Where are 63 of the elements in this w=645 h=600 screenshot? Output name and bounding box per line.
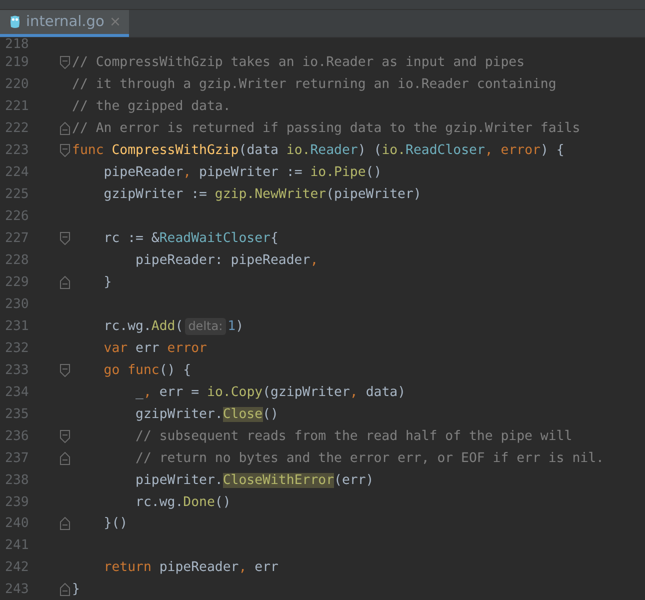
- code-line: }(): [102, 516, 128, 532]
- line-number: 224: [4, 165, 30, 180]
- line-number: 239: [4, 494, 30, 510]
- file-tab[interactable]: internal.go ×: [0, 10, 130, 37]
- line-number: 240: [4, 516, 30, 532]
- line-number: 226: [4, 209, 30, 224]
- line-number: 241: [4, 538, 30, 554]
- line-number: 235: [4, 406, 30, 422]
- fold-icon[interactable]: [60, 430, 70, 443]
- fold-icon[interactable]: [60, 452, 70, 465]
- code-line: pipeReader, pipeWriter := io.Pipe(): [102, 165, 382, 180]
- fold-icon[interactable]: [60, 122, 70, 136]
- parameter-hint: delta:: [185, 318, 226, 335]
- line-number: 218: [4, 38, 30, 52]
- line-number: 242: [4, 560, 30, 576]
- code-line: go func() {: [102, 362, 192, 378]
- fold-icon[interactable]: [60, 56, 70, 70]
- code-line: rc := &ReadWaitCloser{: [102, 231, 278, 246]
- code-line: pipeWriter.CloseWithError(err): [134, 472, 374, 488]
- code-line: var err error: [102, 340, 207, 356]
- line-number: 223: [4, 143, 30, 158]
- fold-icon[interactable]: [60, 364, 70, 377]
- code-line: // An error is returned if passing data to the gzip.Writer fails: [72, 121, 580, 136]
- code-line: pipeReader: pipeReader,: [134, 253, 318, 268]
- line-number: 220: [4, 77, 30, 92]
- line-number: 236: [4, 428, 30, 444]
- line-number: 222: [4, 121, 30, 136]
- fold-icon[interactable]: [60, 276, 70, 289]
- fold-icon[interactable]: [60, 144, 70, 158]
- code-line: }: [102, 275, 112, 290]
- line-number: 227: [4, 231, 30, 246]
- line-number: 234: [4, 384, 30, 400]
- line-number: 225: [4, 187, 30, 202]
- code-line: // the gzipped data.: [72, 99, 231, 114]
- close-icon[interactable]: ×: [109, 14, 122, 30]
- fold-icon[interactable]: [60, 232, 70, 246]
- line-number: 231: [4, 318, 30, 334]
- code-line: 1): [228, 318, 244, 334]
- line-number: 233: [4, 362, 30, 378]
- code-line: rc.wg.Add(: [102, 318, 184, 334]
- code-line: gzipWriter.Close(): [134, 406, 278, 422]
- code-line: rc.wg.Done(): [134, 494, 231, 510]
- code-line: // CompressWithGzip takes an io.Reader as input and pipes: [72, 55, 525, 70]
- line-number: 238: [4, 472, 30, 488]
- gopher-icon: [9, 15, 21, 29]
- line-number: 228: [4, 253, 30, 268]
- code-line: // subsequent reads from the read half of the pipe will: [134, 428, 572, 444]
- line-number: 237: [4, 450, 30, 466]
- code-line: gzipWriter := gzip.NewWriter(pipeWriter): [102, 187, 422, 202]
- line-number: 230: [4, 296, 30, 312]
- code-line: func CompressWithGzip(data io.Reader) (io.ReadCloser, error) {: [72, 143, 564, 158]
- line-number: 229: [4, 275, 30, 290]
- line-number: 221: [4, 99, 30, 114]
- code-line: return pipeReader, err: [102, 560, 278, 576]
- line-number: 232: [4, 340, 30, 356]
- code-line: }: [72, 582, 80, 598]
- code-line: // it through a gzip.Writer returning an io.Reader containing: [72, 77, 556, 92]
- line-number: 243: [4, 582, 30, 598]
- fold-icon[interactable]: [60, 517, 70, 530]
- fold-icon[interactable]: [60, 583, 70, 596]
- line-number: 219: [4, 55, 30, 70]
- code-line: // return no bytes and the error err, or EOF if err is nil.: [134, 450, 604, 466]
- code-line: _, err = io.Copy(gzipWriter, data): [134, 384, 406, 400]
